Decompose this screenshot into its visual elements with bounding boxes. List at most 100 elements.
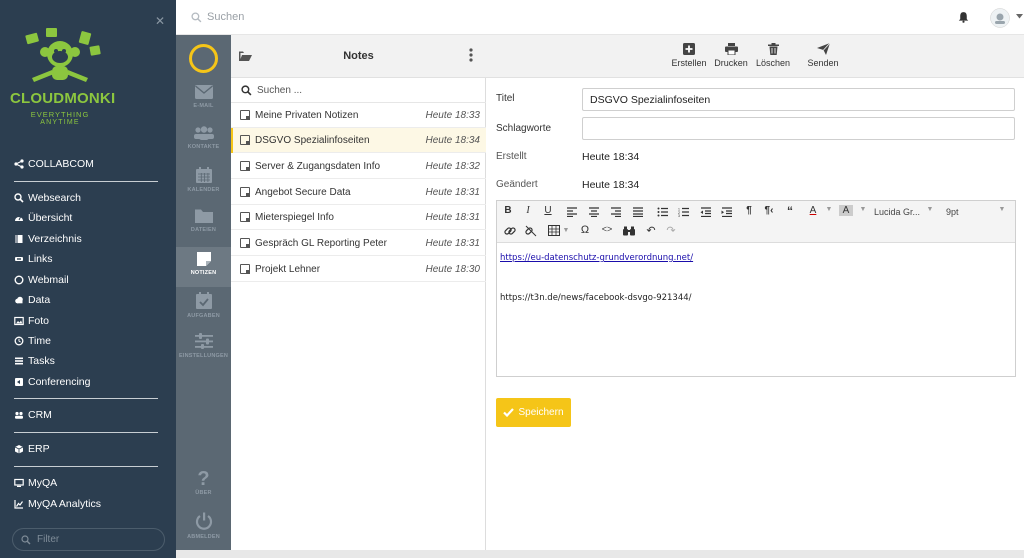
note-list-item[interactable]: Meine Privaten Notizen Heute 18:33 (231, 103, 486, 128)
nav-myqa-analytics[interactable]: MyQA Analytics (14, 496, 101, 512)
nav-verzeichnis[interactable]: Verzeichnis (14, 231, 82, 247)
global-search-input[interactable]: Suchen (207, 11, 244, 23)
code-icon[interactable]: <> (599, 224, 615, 234)
paragraph-ltr-icon[interactable]: ¶ (741, 205, 757, 216)
app-about[interactable]: ? ÜBER (176, 469, 231, 505)
app-label: KALENDER (187, 187, 220, 193)
nav-collabcom[interactable]: COLLABCOM (14, 156, 94, 172)
highlight-color-icon[interactable]: A (839, 205, 853, 216)
title-input[interactable]: DSGVO Spezialinfoseiten (582, 88, 1015, 111)
find-replace-icon[interactable] (621, 226, 637, 236)
delete-button[interactable]: Löschen (755, 43, 791, 68)
nav-myqa[interactable]: MyQA (14, 475, 57, 491)
note-list-item[interactable]: Gespräch GL Reporting Peter Heute 18:31 (231, 231, 486, 256)
note-time: Heute 18:33 (425, 110, 481, 121)
unlink-icon[interactable] (523, 225, 539, 237)
app-label: KONTAKTE (187, 144, 220, 150)
note-list-item[interactable]: Angebot Secure Data Heute 18:31 (231, 180, 486, 205)
nav-time[interactable]: Time (14, 333, 51, 349)
content-link[interactable]: https://eu-datenschutz-grundverordnung.n… (500, 253, 693, 263)
create-button[interactable]: Erstellen (670, 43, 708, 68)
app-notes[interactable]: NOTIZEN (176, 247, 231, 287)
font-color-icon[interactable]: A (805, 205, 821, 216)
nav-links[interactable]: Links (14, 251, 53, 267)
note-time: Heute 18:31 (425, 187, 481, 198)
print-icon (724, 43, 738, 55)
align-center-icon[interactable] (586, 207, 602, 217)
align-justify-icon[interactable] (630, 207, 646, 217)
sidebar-filter-input[interactable]: Filter (12, 528, 165, 551)
special-char-icon[interactable]: Ω (577, 224, 593, 236)
note-editor-panel: Erstellen Drucken Löschen Senden Titel D… (486, 35, 1024, 558)
indent-icon[interactable] (719, 207, 735, 217)
chevron-down-icon[interactable]: ▼ (994, 206, 1010, 213)
note-icon (240, 187, 250, 197)
app-tasks[interactable]: AUFGABEN (176, 290, 231, 328)
note-icon (240, 135, 250, 145)
nav-crm[interactable]: CRM (14, 407, 52, 423)
search-icon (191, 12, 202, 23)
numbered-list-icon[interactable]: 123 (676, 207, 692, 217)
notes-search-input[interactable]: Suchen ... (231, 78, 486, 103)
chevron-down-icon[interactable]: ▼ (821, 206, 837, 213)
redo-icon[interactable]: ↷ (663, 224, 679, 237)
chevron-down-icon[interactable]: ▼ (855, 206, 871, 213)
align-left-icon[interactable] (564, 207, 580, 217)
note-list-item[interactable]: Mieterspiegel Info Heute 18:31 (231, 205, 486, 230)
blockquote-icon[interactable]: “ (782, 204, 798, 218)
app-email[interactable]: E-MAIL (176, 83, 231, 121)
nav-foto[interactable]: Foto (14, 313, 49, 329)
chevron-down-icon[interactable] (1016, 14, 1023, 19)
italic-icon[interactable]: I (520, 205, 536, 216)
font-size-select[interactable]: 9pt (946, 207, 959, 217)
close-icon[interactable]: ✕ (155, 14, 165, 28)
save-button[interactable]: Speichern (496, 398, 571, 427)
note-list-item[interactable]: Server & Zugangsdaten Info Heute 18:32 (231, 154, 486, 179)
note-list-item[interactable]: Projekt Lehner Heute 18:30 (231, 257, 486, 282)
tags-input[interactable] (582, 117, 1015, 140)
nav-erp[interactable]: ERP (14, 441, 50, 457)
bottom-scrollbar[interactable] (176, 550, 1024, 558)
circle-icon (14, 275, 24, 285)
nav-webmail[interactable]: Webmail (14, 272, 69, 288)
settings-icon (194, 333, 213, 349)
create-label: Erstellen (671, 58, 707, 68)
avatar[interactable] (990, 8, 1010, 28)
note-list-item-selected[interactable]: DSGVO Spezialinfoseiten Heute 18:34 (231, 128, 486, 153)
bold-icon[interactable]: B (500, 205, 516, 216)
outdent-icon[interactable] (698, 207, 714, 217)
align-right-icon[interactable] (608, 207, 624, 217)
paragraph-rtl-icon[interactable]: ¶‹ (761, 205, 777, 216)
underline-icon[interactable]: U (540, 205, 556, 216)
note-name: Meine Privaten Notizen (255, 110, 359, 121)
link-icon[interactable] (502, 225, 518, 237)
nav-data[interactable]: Data (14, 292, 50, 308)
top-bar: Suchen (176, 0, 1024, 35)
chevron-down-icon[interactable]: ▼ (922, 206, 938, 213)
undo-icon[interactable]: ↶ (643, 224, 659, 237)
nav-tasks[interactable]: Tasks (14, 353, 55, 369)
sidebar-divider (14, 466, 158, 467)
nav-label: MyQA (28, 477, 58, 489)
app-contacts[interactable]: KONTAKTE (176, 124, 231, 162)
font-family-select[interactable]: Lucida Gr... (874, 207, 920, 217)
app-files[interactable]: DATEIEN (176, 206, 231, 244)
send-button[interactable]: Senden (806, 43, 840, 68)
chevron-down-icon[interactable]: ▼ (558, 227, 574, 234)
more-options-icon[interactable] (469, 48, 473, 62)
nav-uebersicht[interactable]: Übersicht (14, 210, 72, 226)
print-button[interactable]: Drucken (713, 43, 749, 68)
share-icon (14, 159, 24, 169)
app-settings[interactable]: EINSTELLUNGEN (176, 331, 231, 369)
nav-conferencing[interactable]: Conferencing (14, 374, 90, 390)
app-calendar[interactable]: KALENDER (176, 165, 231, 203)
bullet-list-icon[interactable] (655, 207, 671, 217)
nav-label: COLLABCOM (28, 158, 94, 170)
nav-label: Conferencing (28, 376, 91, 388)
bell-icon[interactable] (958, 11, 969, 23)
editor-content[interactable]: https://eu-datenschutz-grundverordnung.n… (497, 243, 1015, 376)
notes-list-header: Notes (231, 35, 486, 78)
app-logout[interactable]: ABMELDEN (176, 512, 231, 550)
search-icon (241, 85, 252, 96)
nav-websearch[interactable]: Websearch (14, 190, 81, 206)
